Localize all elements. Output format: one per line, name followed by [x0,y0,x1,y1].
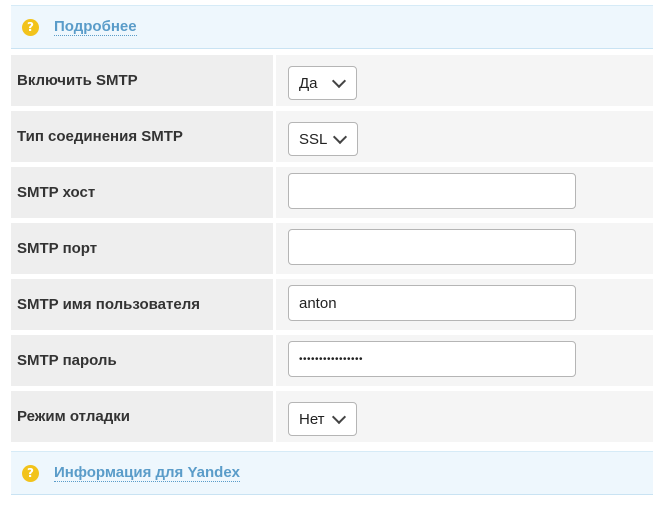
smtp-host-input[interactable] [288,173,576,209]
smtp-port-input[interactable] [288,229,576,265]
form-row-smtp-host: SMTP хост [11,167,653,218]
form-row-smtp-password: SMTP пароль •••••••••••••••• [11,335,653,386]
smtp-port-cell [276,223,653,274]
form-row-debug-mode: Режим отладки Нет [11,391,653,442]
yandex-header: ? Информация для Yandex [11,451,653,495]
smtp-username-input[interactable] [288,285,576,321]
smtp-connection-type-cell: SSL [276,111,653,162]
question-icon: ? [22,464,39,482]
details-header: ? Подробнее [11,5,653,49]
debug-mode-label: Режим отладки [11,391,273,442]
smtp-password-label: SMTP пароль [11,335,273,386]
form-row-smtp-port: SMTP порт [11,223,653,274]
smtp-username-cell [276,279,653,330]
form-row-smtp-connection-type: Тип соединения SMTP SSL [11,111,653,162]
smtp-host-cell [276,167,653,218]
details-link[interactable]: Подробнее [54,18,137,36]
chevron-down-icon [331,409,347,425]
smtp-enable-select[interactable]: Да [288,66,357,100]
yandex-info-link[interactable]: Информация для Yandex [54,464,240,482]
smtp-enable-label: Включить SMTP [11,55,273,106]
smtp-password-cell: •••••••••••••••• [276,335,653,386]
form-row-smtp-enable: Включить SMTP Да [11,55,653,106]
debug-mode-selected: Нет [299,410,325,428]
chevron-down-icon [332,129,348,145]
smtp-enable-cell: Да [276,55,653,106]
smtp-connection-type-label: Тип соединения SMTP [11,111,273,162]
form-row-smtp-username: SMTP имя пользователя [11,279,653,330]
debug-mode-cell: Нет [276,391,653,442]
smtp-enable-selected: Да [299,74,318,92]
chevron-down-icon [331,73,347,89]
smtp-connection-type-select[interactable]: SSL [288,122,358,156]
debug-mode-select[interactable]: Нет [288,402,357,436]
smtp-port-label: SMTP порт [11,223,273,274]
smtp-connection-type-selected: SSL [299,130,328,148]
smtp-password-input[interactable]: •••••••••••••••• [288,341,576,377]
smtp-username-label: SMTP имя пользователя [11,279,273,330]
question-icon: ? [22,18,39,36]
smtp-host-label: SMTP хост [11,167,273,218]
